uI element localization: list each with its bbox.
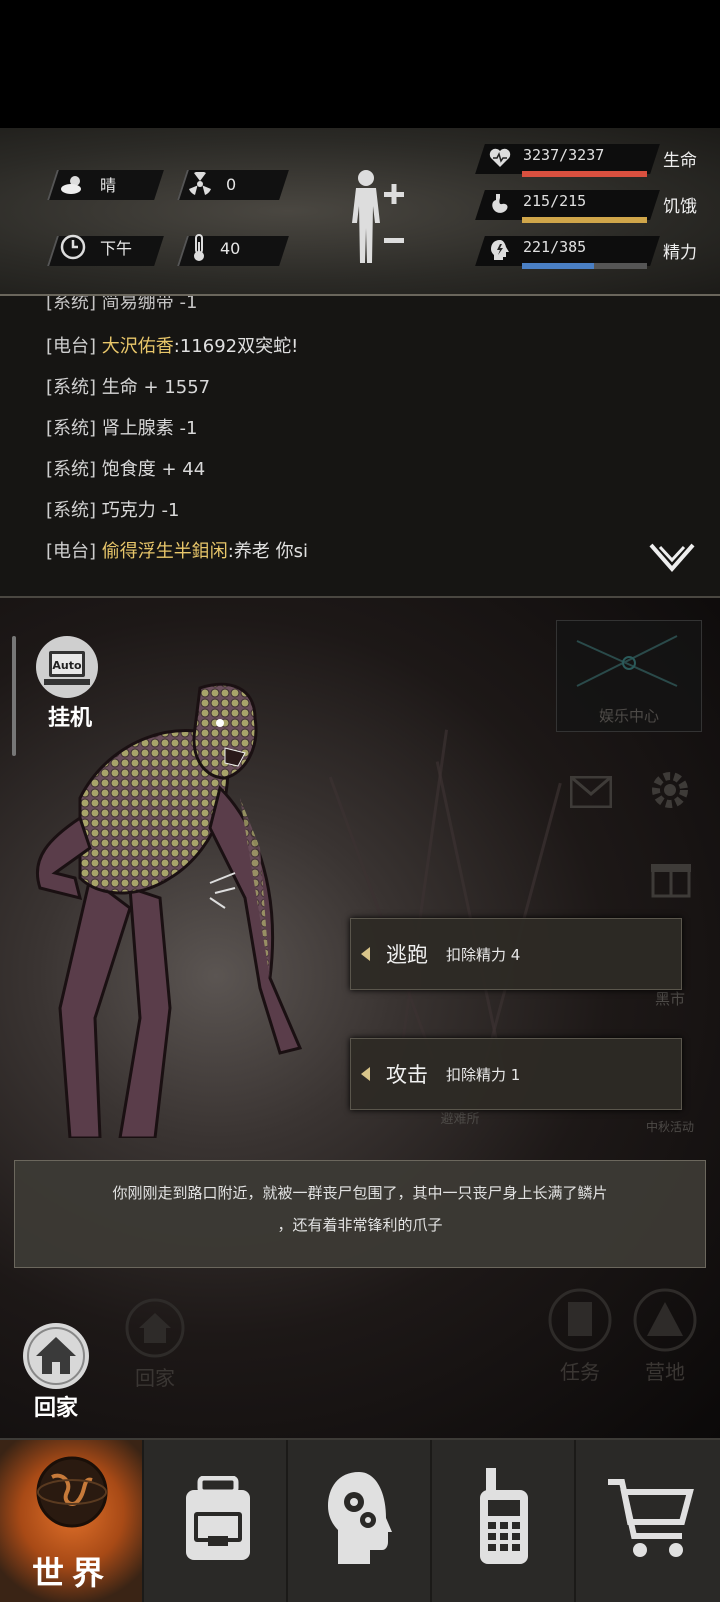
hunger-stat: 215/215 饥饿 bbox=[475, 184, 710, 228]
shop-cart-icon bbox=[608, 1479, 694, 1557]
log-line: [电台] 偷得浮生半鉬闲:养老 你si bbox=[46, 541, 308, 562]
auto-badge: Auto bbox=[52, 659, 82, 672]
heart-icon bbox=[489, 148, 511, 167]
energy-value: 221/385 bbox=[523, 238, 587, 256]
auto-idle-button[interactable]: Auto 挂机 bbox=[34, 634, 106, 731]
backpack-icon bbox=[186, 1476, 250, 1560]
status-panel: 晴 0 下午 40 3237/3237 生命 215/215 饥饿 221/38… bbox=[0, 128, 720, 296]
log-line-partial: [系统] 简易绷带 -1 bbox=[46, 296, 198, 313]
auto-label: 挂机 bbox=[47, 706, 92, 731]
log-line: [系统] 巧克力 -1 bbox=[46, 500, 180, 521]
thermometer-icon bbox=[194, 234, 204, 261]
gift-icon[interactable] bbox=[650, 856, 692, 898]
scaled-zombie-illustration bbox=[35, 682, 303, 1138]
black-market-label[interactable]: 黑市 bbox=[640, 988, 700, 1009]
nav-world[interactable]: 世界 bbox=[0, 1440, 144, 1602]
log-line: [电台] 大沢佑香:11692双突蛇! bbox=[46, 336, 299, 357]
flee-label: 逃跑 bbox=[386, 943, 428, 967]
encounter-scene: Auto 挂机 娱乐中心 黑市 中秋活动 避难所 逃跑 扣除精力 4 攻击 扣除… bbox=[0, 598, 720, 1438]
auto-monitor-icon: Auto bbox=[36, 636, 98, 698]
left-arrow-icon bbox=[361, 947, 370, 961]
log-line: [系统] 生命 + 1557 bbox=[46, 377, 211, 398]
attack-cost: 扣除精力 1 bbox=[446, 1065, 521, 1084]
narration-line-2: ，还有着非常锋利的爪子 bbox=[277, 1216, 443, 1234]
scene-scrollbar[interactable] bbox=[12, 636, 16, 756]
home-dim-button[interactable]: 回家 bbox=[120, 1298, 190, 1391]
weather-value: 晴 bbox=[100, 176, 117, 195]
nav-backpack[interactable] bbox=[144, 1440, 288, 1602]
world-icon bbox=[36, 1456, 108, 1528]
nav-radio[interactable] bbox=[432, 1440, 576, 1602]
expand-log-icon[interactable] bbox=[648, 542, 696, 574]
log-line: [系统] 肾上腺素 -1 bbox=[46, 418, 198, 439]
home-dim-icon bbox=[125, 1298, 185, 1358]
skills-head-icon bbox=[328, 1472, 392, 1564]
character-body-button[interactable] bbox=[350, 168, 420, 268]
nav-skills[interactable] bbox=[288, 1440, 432, 1602]
go-home-button[interactable]: 回家 bbox=[20, 1320, 92, 1421]
health-stat: 3237/3237 生命 bbox=[475, 138, 710, 182]
health-label: 生命 bbox=[663, 151, 697, 171]
energy-stat: 221/385 精力 bbox=[475, 230, 710, 274]
health-value: 3237/3237 bbox=[523, 146, 605, 164]
shelter-sign: 避难所 bbox=[440, 1112, 480, 1127]
stomach-icon bbox=[492, 194, 508, 213]
attack-label: 攻击 bbox=[386, 1063, 428, 1087]
log-line: [系统] 饱食度 + 44 bbox=[46, 459, 206, 480]
task-label: 任务 bbox=[560, 1360, 600, 1384]
energy-label: 精力 bbox=[663, 243, 697, 263]
temperature-value: 40 bbox=[220, 238, 241, 258]
encounter-narration: 你刚刚走到路口附近，就被一群丧尸包围了，其中一只丧尸身上长满了鳞片 ，还有着非常… bbox=[14, 1160, 706, 1268]
mid-autumn-event-label[interactable]: 中秋活动 bbox=[630, 1118, 710, 1135]
energy-head-icon bbox=[491, 240, 509, 260]
task-icon bbox=[548, 1288, 612, 1352]
flee-cost: 扣除精力 4 bbox=[446, 945, 521, 964]
narration-line-1: 你刚刚走到路口附近，就被一群丧尸包围了，其中一只丧尸身上长满了鳞片 bbox=[112, 1184, 608, 1202]
hunger-value: 215/215 bbox=[523, 192, 587, 210]
time-value: 下午 bbox=[100, 239, 133, 258]
entertainment-center-button[interactable]: 娱乐中心 bbox=[556, 620, 702, 732]
entertainment-label: 娱乐中心 bbox=[598, 707, 659, 725]
message-log[interactable]: [系统] 简易绷带 -1 [电台] 大沢佑香:11692双突蛇! [系统] 生命… bbox=[0, 296, 720, 598]
task-button[interactable]: 任务 bbox=[545, 1288, 615, 1385]
attack-button[interactable]: 攻击 扣除精力 1 bbox=[350, 1038, 682, 1110]
radio-icon bbox=[480, 1468, 528, 1564]
body-figure-icon bbox=[352, 170, 404, 263]
mail-icon[interactable] bbox=[570, 776, 612, 808]
camp-tent-icon bbox=[633, 1288, 697, 1352]
home-label: 回家 bbox=[33, 1396, 78, 1421]
nav-shop[interactable] bbox=[576, 1440, 720, 1602]
settings-gear-icon[interactable] bbox=[648, 768, 692, 812]
cloud-sun-icon bbox=[61, 176, 81, 194]
radiation-value: 0 bbox=[226, 174, 237, 194]
network-map-icon bbox=[576, 635, 678, 687]
camp-label: 营地 bbox=[645, 1360, 685, 1384]
home-icon bbox=[23, 1323, 89, 1389]
left-arrow-icon bbox=[361, 1067, 370, 1081]
world-label: 世界 bbox=[31, 1554, 112, 1592]
clock-icon bbox=[60, 234, 86, 260]
flee-button[interactable]: 逃跑 扣除精力 4 bbox=[350, 918, 682, 990]
radiation-icon bbox=[189, 172, 211, 195]
bottom-navigation: 世界 bbox=[0, 1438, 720, 1602]
camp-button[interactable]: 营地 bbox=[630, 1288, 700, 1385]
hunger-label: 饥饿 bbox=[663, 197, 697, 217]
